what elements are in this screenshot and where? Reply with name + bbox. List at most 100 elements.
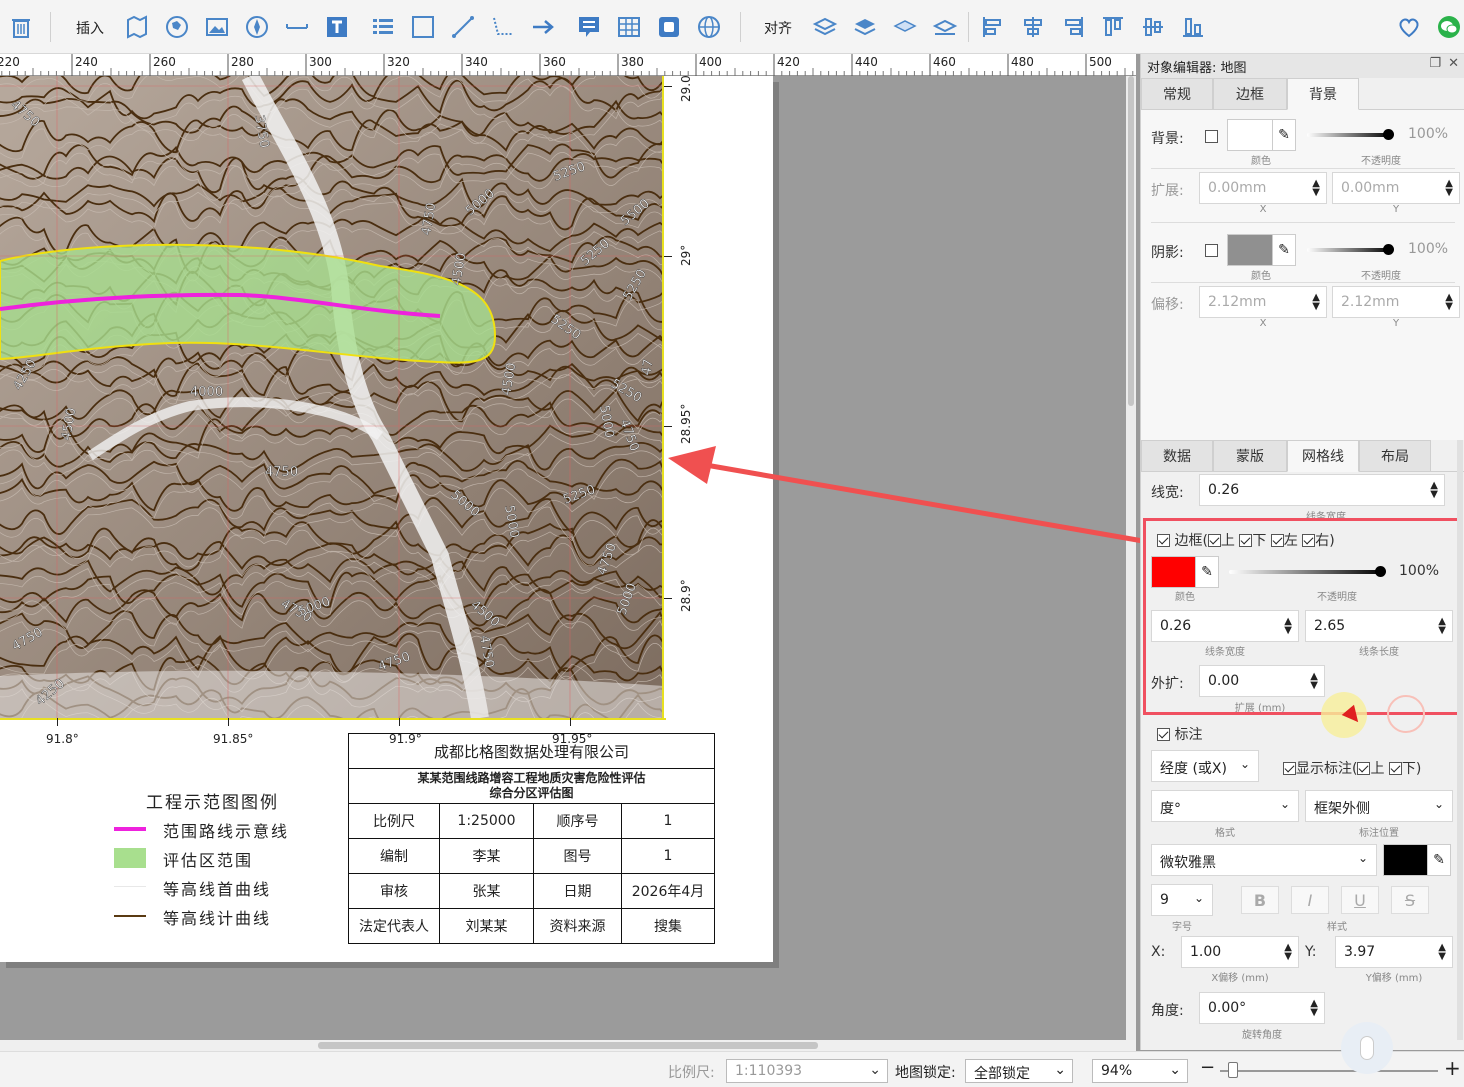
zoom-in-icon[interactable]: +	[1444, 1056, 1461, 1080]
line-icon[interactable]	[448, 11, 478, 43]
map-frame[interactable]: 4750 3750 4750 5000 4500 5250 5500 5250 5250 5250…	[0, 76, 664, 718]
frame-icon[interactable]	[654, 11, 684, 43]
web-globe-icon[interactable]	[694, 11, 724, 43]
border-top-checkbox[interactable]	[1207, 534, 1221, 547]
layout-canvas[interactable]: 4750 3750 4750 5000 4500 5250 5500 5250 5250 5250…	[0, 75, 1136, 1040]
layer-top-icon[interactable]	[890, 11, 920, 43]
eyedropper-icon[interactable]: ✎	[1272, 119, 1296, 151]
list-icon[interactable]	[368, 11, 398, 43]
restore-icon[interactable]: ❐	[1429, 56, 1441, 71]
close-icon[interactable]: ✕	[1448, 56, 1459, 71]
border-width-input[interactable]: 0.26 ▲ ▼	[1151, 610, 1299, 642]
border-left-checkbox[interactable]	[1270, 534, 1284, 547]
angle-input[interactable]: 0.00° ▲ ▼	[1199, 992, 1325, 1024]
extend-x-input[interactable]: 0.00mm ▲ ▼	[1199, 172, 1327, 204]
bold-button[interactable]: B	[1241, 886, 1279, 914]
expand-input[interactable]: 0.00 ▲ ▼	[1199, 665, 1325, 697]
chevron-down-icon: ⌄	[1193, 891, 1204, 905]
border-color-swatch[interactable]	[1151, 556, 1197, 588]
text-icon[interactable]	[322, 11, 352, 43]
shadow-color-swatch[interactable]	[1227, 234, 1273, 266]
shadow-checkbox[interactable]	[1205, 243, 1218, 259]
show-annotation-checkbox[interactable]	[1283, 762, 1296, 775]
horizontal-scrollbar[interactable]	[0, 1040, 1136, 1051]
globe-map-icon[interactable]	[162, 11, 192, 43]
align-right-icon[interactable]	[1058, 11, 1088, 43]
vertical-scroll-thumb[interactable]	[1128, 76, 1134, 406]
ruler-tick-label: 240	[75, 55, 98, 69]
font-select[interactable]: 微软雅黑 ⌄	[1151, 844, 1377, 876]
shadow-opacity-slider[interactable]	[1307, 243, 1394, 257]
zoom-select[interactable]: 94% ⌄	[1092, 1059, 1188, 1083]
horizontal-scroll-thumb[interactable]	[318, 1042, 818, 1049]
layer-bottom-icon[interactable]	[930, 11, 960, 43]
underline-button[interactable]: U	[1341, 886, 1379, 914]
microphone-button[interactable]	[1341, 1022, 1393, 1074]
annotation-top-checkbox[interactable]	[1357, 762, 1371, 775]
vertical-scrollbar[interactable]	[1126, 76, 1136, 1040]
annotation-checkbox[interactable]	[1157, 728, 1170, 741]
compass-icon[interactable]	[242, 11, 272, 43]
tab-border[interactable]: 边框	[1213, 78, 1287, 110]
map-lock-select[interactable]: 全部锁定 ⌄	[965, 1059, 1073, 1083]
zoom-slider-handle[interactable]	[1228, 1062, 1238, 1078]
border-checkbox[interactable]	[1157, 534, 1170, 547]
italic-button[interactable]: I	[1291, 886, 1329, 914]
strikethrough-button[interactable]: S	[1391, 886, 1429, 914]
tab-general[interactable]: 常规	[1141, 78, 1213, 110]
scale-bar-icon[interactable]	[282, 11, 312, 43]
wechat-icon[interactable]	[1434, 11, 1464, 43]
font-size-select[interactable]: 9 ⌄	[1151, 884, 1213, 916]
zoom-out-icon[interactable]: −	[1200, 1057, 1215, 1078]
tab-layout[interactable]: 布局	[1359, 440, 1431, 472]
border-right-checkbox[interactable]	[1302, 534, 1316, 547]
callout-icon[interactable]	[574, 11, 604, 43]
tab-gridlines[interactable]: 网格线	[1287, 440, 1359, 472]
border-length-input[interactable]: 2.65 ▲ ▼	[1305, 610, 1453, 642]
font-color-swatch[interactable]	[1383, 844, 1429, 876]
extend-y-input[interactable]: 0.00mm ▲ ▼	[1332, 172, 1460, 204]
legend-swatch-route	[114, 827, 146, 831]
tab-background[interactable]: 背景	[1287, 78, 1359, 110]
align-middle-icon[interactable]	[1138, 11, 1168, 43]
eyedropper-icon[interactable]: ✎	[1427, 844, 1451, 876]
tab-mask[interactable]: 蒙版	[1213, 440, 1287, 472]
layer-down-icon[interactable]	[850, 11, 880, 43]
line-width-input[interactable]: 0.26 ▲ ▼	[1199, 474, 1445, 506]
panel-scrollbar[interactable]	[1457, 440, 1463, 1040]
annotation-axis-select[interactable]: 经度 (或X) ⌄	[1151, 750, 1259, 782]
align-left-icon[interactable]	[978, 11, 1008, 43]
border-opacity-slider[interactable]	[1229, 565, 1386, 579]
delete-icon[interactable]	[6, 11, 36, 43]
x-offset-input[interactable]: 1.00 ▲ ▼	[1181, 936, 1299, 968]
map-icon[interactable]	[122, 11, 152, 43]
label-position-select[interactable]: 框架外侧 ⌄	[1305, 790, 1453, 822]
offset-x-input[interactable]: 2.12mm ▲ ▼	[1199, 286, 1327, 318]
click-ripple	[1387, 695, 1425, 733]
arrow-icon[interactable]	[528, 11, 558, 43]
heart-logo-icon[interactable]	[1394, 11, 1424, 43]
layer-up-icon[interactable]	[810, 11, 840, 43]
image-icon[interactable]	[202, 11, 232, 43]
title-block-table[interactable]: 成都比格图数据处理有限公司 某某范围线路增容工程地质灾害危险性评估 综合分区评估图…	[348, 733, 715, 944]
tab-data[interactable]: 数据	[1141, 440, 1213, 472]
align-center-icon[interactable]	[1018, 11, 1048, 43]
table-icon[interactable]	[614, 11, 644, 43]
scale-select[interactable]: 1:110393 ⌄	[726, 1059, 888, 1083]
align-bottom-icon[interactable]	[1178, 11, 1208, 43]
annotation-bottom-checkbox[interactable]	[1388, 762, 1402, 775]
chevron-down-icon: ⌄	[1279, 797, 1290, 811]
bg-checkbox[interactable]	[1205, 129, 1218, 145]
border-bottom-checkbox[interactable]	[1239, 534, 1253, 547]
align-top-icon[interactable]	[1098, 11, 1128, 43]
bg-color-swatch[interactable]	[1227, 119, 1273, 151]
y-offset-input[interactable]: 3.97 ▲ ▼	[1335, 936, 1453, 968]
format-select[interactable]: 度° ⌄	[1151, 790, 1299, 822]
rectangle-icon[interactable]	[408, 11, 438, 43]
offset-y-input[interactable]: 2.12mm ▲ ▼	[1332, 286, 1460, 318]
bg-opacity-slider[interactable]	[1307, 128, 1394, 142]
zoom-slider[interactable]	[1220, 1070, 1438, 1072]
polyline-icon[interactable]	[488, 11, 518, 43]
eyedropper-icon[interactable]: ✎	[1195, 556, 1219, 588]
eyedropper-icon[interactable]: ✎	[1272, 234, 1296, 266]
